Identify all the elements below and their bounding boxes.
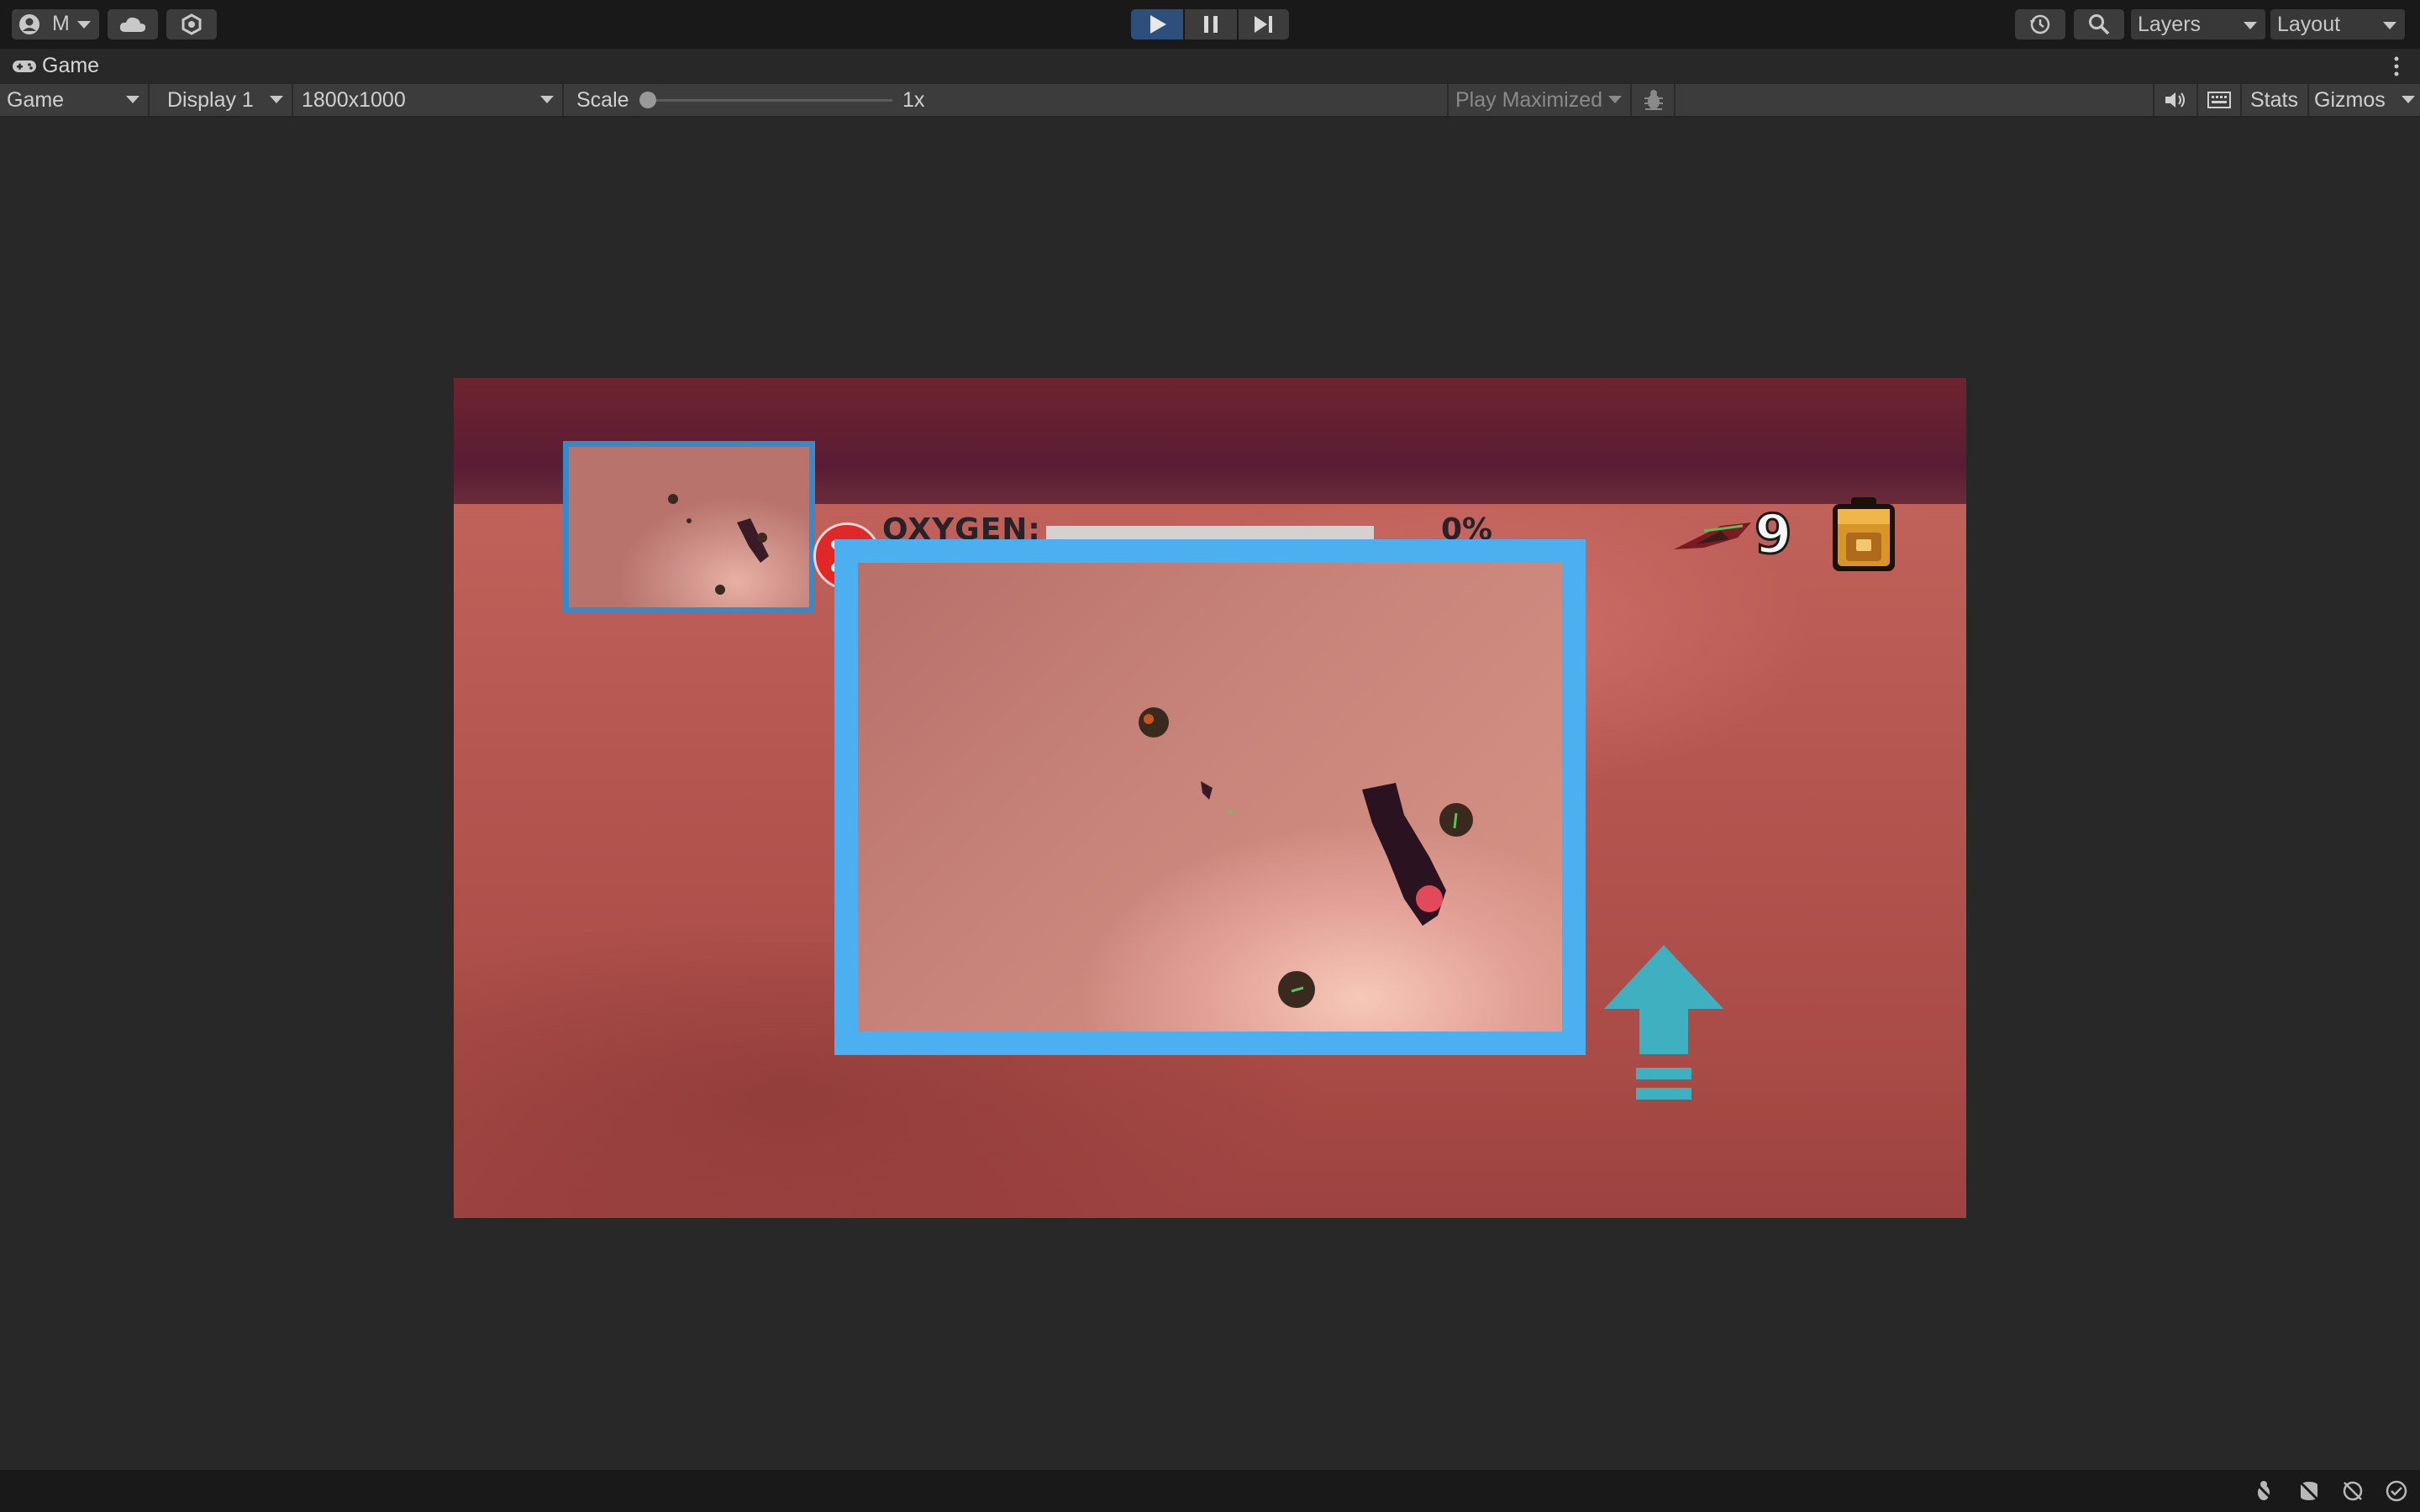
chevron-down-icon xyxy=(1608,96,1622,103)
resolution-dropdown[interactable]: 1800x1000 xyxy=(295,84,564,116)
keyboard-icon xyxy=(2207,92,2231,108)
upgrade-arrow-icon[interactable] xyxy=(1601,945,1727,1105)
ship-icon xyxy=(1674,522,1751,549)
display-dropdown[interactable]: Display 1 xyxy=(160,84,293,116)
pause-icon xyxy=(1204,16,1218,33)
chevron-down-icon xyxy=(270,96,283,103)
expanded-map-content xyxy=(1139,707,1473,1008)
view-mode-label: Game xyxy=(7,88,65,112)
game-viewport[interactable]: OXYGEN: 0% 9 xyxy=(454,378,1966,1218)
play-mode-dropdown[interactable]: Play Maximized xyxy=(1447,84,1630,116)
scale-label: Scale xyxy=(576,88,629,112)
chevron-down-icon xyxy=(126,96,139,103)
pause-button[interactable] xyxy=(1185,9,1237,39)
more-icon[interactable] xyxy=(2393,55,2400,77)
chevron-down-icon xyxy=(77,21,91,29)
scale-slider-track[interactable] xyxy=(647,99,892,102)
play-icon xyxy=(1150,15,1166,34)
scale-slider-thumb[interactable] xyxy=(639,92,656,108)
game-tab-header: Game xyxy=(0,49,2420,84)
bug-icon[interactable] xyxy=(2252,1479,2275,1503)
account-icon xyxy=(19,14,39,34)
account-dropdown[interactable]: M xyxy=(12,9,99,39)
bug-icon xyxy=(1644,90,1663,110)
gizmos-button[interactable]: Gizmos xyxy=(2307,84,2420,116)
tab-game[interactable]: Game xyxy=(42,54,99,78)
expanded-map[interactable] xyxy=(834,539,1586,1055)
display-label: Display 1 xyxy=(167,88,254,112)
stats-label: Stats xyxy=(2250,88,2298,112)
minimap-content xyxy=(668,494,769,595)
services-button[interactable] xyxy=(166,9,217,39)
debug-button[interactable] xyxy=(1630,84,1676,116)
minimap[interactable] xyxy=(563,441,815,613)
layout-dropdown[interactable]: Layout xyxy=(2270,9,2405,39)
audio-icon xyxy=(2165,92,2185,108)
cloud-icon xyxy=(119,17,146,32)
history-button[interactable] xyxy=(2015,9,2065,39)
step-icon xyxy=(1255,16,1272,33)
scale-value: 1x xyxy=(902,88,925,112)
gizmos-label: Gizmos xyxy=(2314,88,2386,112)
account-label: M xyxy=(52,12,70,35)
chevron-down-icon xyxy=(540,96,554,103)
cache-icon[interactable] xyxy=(2297,1479,2321,1503)
game-view-toolbar: Game Display 1 1800x1000 Scale 1x Play M… xyxy=(0,84,2420,118)
services-icon xyxy=(182,13,202,35)
view-mode-dropdown[interactable]: Game xyxy=(0,84,150,116)
keyboard-toggle[interactable] xyxy=(2196,84,2238,116)
resolution-label: 1800x1000 xyxy=(302,88,406,112)
layout-label: Layout xyxy=(2277,13,2341,36)
play-button[interactable] xyxy=(1131,9,1183,39)
history-icon xyxy=(2030,14,2050,34)
main-toolbar: M Layers Layout xyxy=(0,0,2420,49)
backpack-icon[interactable] xyxy=(1826,496,1902,576)
chevron-down-icon xyxy=(2383,22,2396,29)
status-bar xyxy=(0,1470,2420,1512)
layers-dropdown[interactable]: Layers xyxy=(2131,9,2265,39)
stats-button[interactable]: Stats xyxy=(2240,84,2306,116)
step-button[interactable] xyxy=(1239,9,1289,39)
chevron-down-icon[interactable] xyxy=(2402,96,2415,103)
chevron-down-icon xyxy=(2244,22,2257,29)
gamepad-icon xyxy=(13,60,36,72)
search-button[interactable] xyxy=(2074,9,2124,39)
network-icon[interactable] xyxy=(2341,1479,2365,1503)
cloud-button[interactable] xyxy=(108,9,158,39)
search-icon xyxy=(2089,14,2110,35)
layers-label: Layers xyxy=(2138,13,2202,36)
audio-toggle[interactable] xyxy=(2153,84,2195,116)
ship-count: 9 xyxy=(1754,503,1794,568)
check-icon[interactable] xyxy=(2385,1479,2408,1503)
play-mode-label: Play Maximized xyxy=(1455,88,1603,112)
